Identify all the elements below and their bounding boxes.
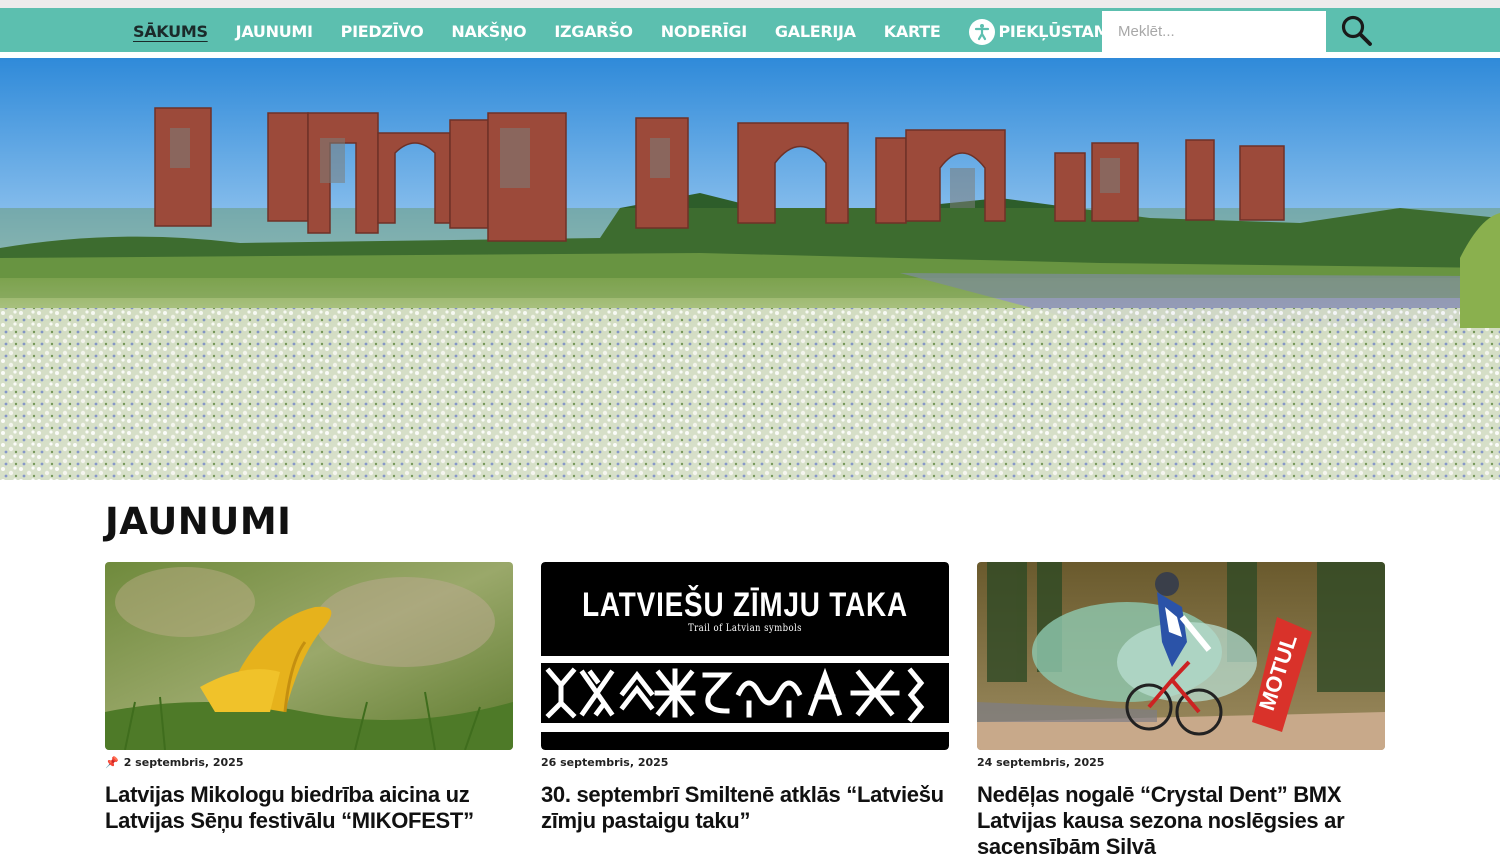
search-button[interactable] [1338, 13, 1376, 51]
hero-banner-image [0, 58, 1500, 480]
nav-item-sakums[interactable]: SĀKUMS [133, 22, 208, 41]
nav-item-piedzivo[interactable]: PIEDZĪVO [341, 22, 424, 41]
news-section-title: JAUNUMI [105, 500, 292, 543]
main-navbar: SĀKUMS JAUNUMI PIEDZĪVO NAKŠŅO IZGARŠO N… [0, 8, 1500, 55]
nav-item-karte[interactable]: KARTE [884, 22, 941, 41]
nav-item-noderigi[interactable]: NODERĪGI [661, 22, 747, 41]
search-input[interactable] [1102, 11, 1326, 52]
news-card-date-text: 2 septembris, 2025 [123, 756, 244, 769]
news-card-date: 26 septembris, 2025 [541, 755, 949, 770]
trail-logo-subtitle: Trail of Latvian symbols [688, 623, 802, 634]
search-icon [1341, 15, 1372, 46]
nav-item-jaunumi[interactable]: JAUNUMI [236, 22, 313, 41]
news-card[interactable]: 📌 2 septembris, 2025 Latvijas Mikologu b… [105, 562, 513, 834]
trail-logo-bottom-bar [541, 732, 949, 750]
news-card-date-text: 26 septembris, 2025 [541, 756, 669, 769]
nav-item-izgarso[interactable]: IZGARŠO [554, 22, 633, 41]
nav-menu: SĀKUMS JAUNUMI PIEDZĪVO NAKŠŅO IZGARŠO N… [133, 8, 1139, 55]
news-card-title[interactable]: Latvijas Mikologu biedrība aicina uz Lat… [105, 782, 513, 834]
news-card-image-bmx: MOTUL [977, 562, 1385, 750]
trail-logo-title: LATVIEŠU ZĪMJU TAKA [582, 586, 908, 624]
news-card[interactable]: MOTUL 24 septembris, 2025 Nedēļas nogalē… [977, 562, 1385, 860]
news-card-title[interactable]: Nedēļas nogalē “Crystal Dent” BMX Latvij… [977, 782, 1385, 860]
news-card-image-symbol-trail: LATVIEŠU ZĪMJU TAKA Trail of Latvian sym… [541, 562, 949, 750]
news-card[interactable]: LATVIEŠU ZĪMJU TAKA Trail of Latvian sym… [541, 562, 949, 834]
news-card-date: 📌 2 septembris, 2025 [105, 755, 513, 770]
nav-item-naksno[interactable]: NAKŠŅO [451, 22, 526, 41]
news-card-title[interactable]: 30. septembrī Smiltenē atklās “Latviešu … [541, 782, 949, 834]
nav-item-galerija[interactable]: GALERIJA [775, 22, 856, 41]
top-strip [0, 0, 1500, 8]
news-card-date-text: 24 septembris, 2025 [977, 756, 1105, 769]
news-card-image-mushroom [105, 562, 513, 750]
latvian-symbols-band [541, 663, 949, 723]
news-card-date: 24 septembris, 2025 [977, 755, 1385, 770]
accessibility-icon [968, 18, 995, 45]
trail-logo: LATVIEŠU ZĪMJU TAKA Trail of Latvian sym… [541, 562, 949, 656]
pin-icon: 📌 [105, 756, 119, 769]
